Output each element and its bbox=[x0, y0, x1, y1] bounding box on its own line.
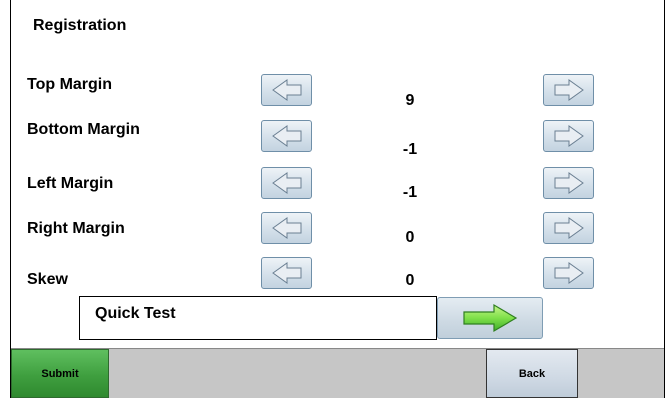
right-arrow-icon bbox=[554, 262, 584, 284]
back-button[interactable]: Back bbox=[486, 349, 578, 398]
left-arrow-icon bbox=[271, 79, 301, 101]
left-arrow-icon bbox=[271, 262, 301, 284]
left-margin-increase-button[interactable] bbox=[543, 167, 594, 199]
green-right-arrow-icon bbox=[463, 303, 518, 333]
right-margin-increase-button[interactable] bbox=[543, 212, 594, 244]
top-margin-label: Top Margin bbox=[27, 76, 113, 93]
quick-test-run-button[interactable] bbox=[437, 297, 543, 339]
skew-decrease-button[interactable] bbox=[261, 257, 312, 289]
bottom-margin-label: Bottom Margin bbox=[27, 121, 140, 138]
right-arrow-icon bbox=[554, 172, 584, 194]
submit-button[interactable]: Submit bbox=[11, 349, 109, 398]
quick-test-label: Quick Test bbox=[95, 305, 176, 322]
right-margin-decrease-button[interactable] bbox=[261, 212, 312, 244]
left-arrow-icon bbox=[271, 125, 301, 147]
right-margin-value: 0 bbox=[405, 229, 415, 246]
top-margin-value: 9 bbox=[405, 92, 415, 109]
bottom-margin-increase-button[interactable] bbox=[543, 120, 594, 152]
left-arrow-icon bbox=[271, 172, 301, 194]
top-margin-decrease-button[interactable] bbox=[261, 74, 312, 106]
skew-value: 0 bbox=[405, 272, 415, 289]
left-margin-value: -1 bbox=[402, 184, 418, 201]
left-margin-decrease-button[interactable] bbox=[261, 167, 312, 199]
right-arrow-icon bbox=[554, 79, 584, 101]
page-title: Registration bbox=[33, 17, 127, 34]
right-arrow-icon bbox=[554, 217, 584, 239]
left-arrow-icon bbox=[271, 217, 301, 239]
bottom-margin-decrease-button[interactable] bbox=[261, 120, 312, 152]
right-arrow-icon bbox=[554, 125, 584, 147]
skew-increase-button[interactable] bbox=[543, 257, 594, 289]
right-margin-label: Right Margin bbox=[27, 220, 125, 237]
bottom-margin-value: -1 bbox=[402, 141, 418, 158]
left-margin-label: Left Margin bbox=[27, 175, 114, 192]
top-margin-increase-button[interactable] bbox=[543, 74, 594, 106]
skew-label: Skew bbox=[27, 271, 68, 288]
